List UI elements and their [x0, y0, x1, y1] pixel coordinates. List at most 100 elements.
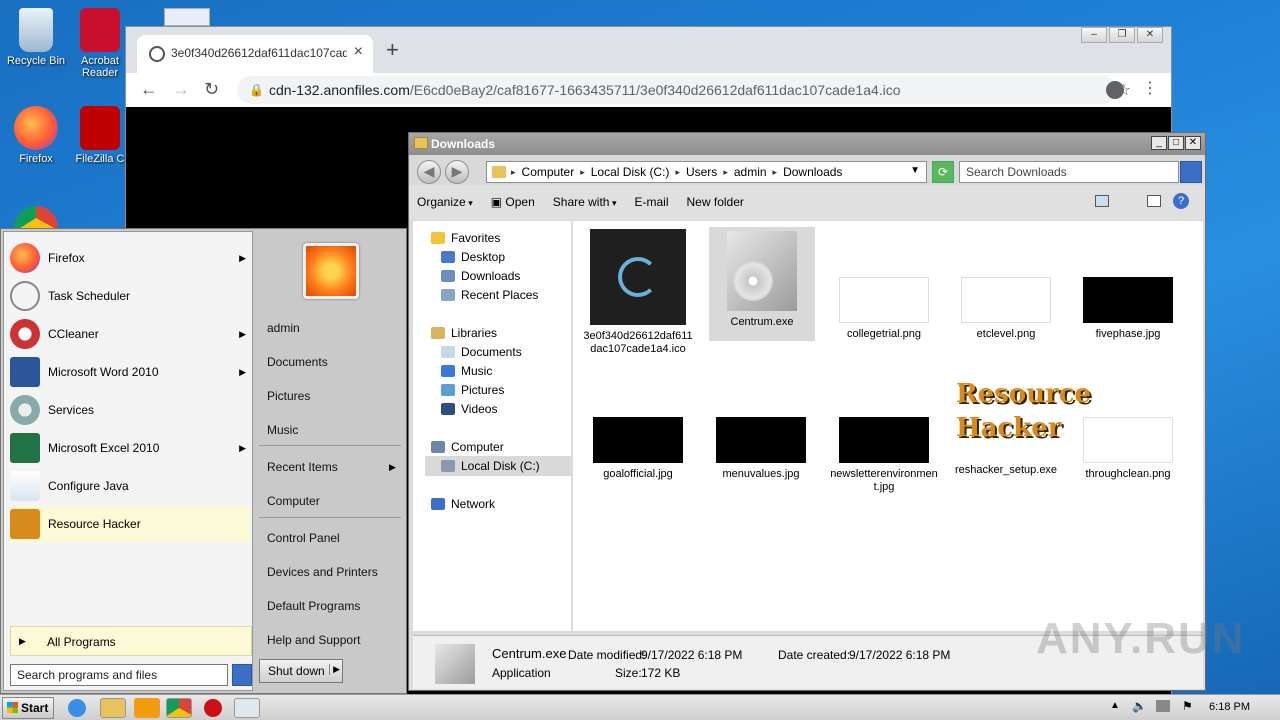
- new-folder-button[interactable]: New folder: [687, 195, 744, 209]
- place-music[interactable]: Music: [267, 423, 298, 437]
- file-item-selected[interactable]: Centrum.exe: [709, 227, 815, 341]
- shutdown-button[interactable]: Shut down ▶: [259, 659, 343, 683]
- chevron-down-icon[interactable]: ▼: [910, 165, 920, 176]
- place-pictures[interactable]: Pictures: [267, 389, 310, 403]
- desktop-icon-filezilla[interactable]: FileZilla C: [74, 106, 126, 165]
- opera-icon[interactable]: [204, 699, 222, 717]
- nav-downloads[interactable]: Downloads: [441, 269, 520, 283]
- chrome-desktop-icon[interactable]: [14, 206, 58, 230]
- chrome-taskbar-icon[interactable]: [166, 698, 192, 718]
- file-item[interactable]: newsletterenvironment.jpg: [829, 417, 939, 494]
- desktop-icon-acrobat[interactable]: Acrobat Reader: [74, 8, 126, 79]
- file-item[interactable]: fivephase.jpg: [1073, 277, 1183, 341]
- file-item[interactable]: goalofficial.jpg: [583, 417, 693, 481]
- breadcrumb[interactable]: ▸ Computer ▸ Local Disk (C:) ▸ Users ▸ a…: [486, 161, 927, 183]
- program-configure-java[interactable]: Configure Java: [10, 468, 250, 504]
- reload-icon[interactable]: ↻: [204, 79, 219, 100]
- nav-network[interactable]: Network: [431, 497, 495, 511]
- profile-icon[interactable]: [1106, 81, 1124, 99]
- file-item[interactable]: 3e0f340d26612daf611dac107cade1a4.ico: [583, 229, 693, 356]
- minimize-button[interactable]: –: [1081, 27, 1107, 43]
- flag-icon[interactable]: ⚑: [1182, 699, 1193, 713]
- new-tab-button[interactable]: +: [386, 37, 399, 63]
- program-services[interactable]: Services: [10, 392, 250, 428]
- explorer-taskbar-icon[interactable]: [100, 698, 126, 718]
- place-documents[interactable]: Documents: [267, 355, 328, 369]
- close-button[interactable]: ✕: [1137, 27, 1163, 43]
- notepad-icon[interactable]: [234, 698, 260, 718]
- minimize-button[interactable]: _: [1151, 136, 1167, 150]
- file-item[interactable]: collegetrial.png: [829, 277, 939, 341]
- browser-tab[interactable]: 3e0f340d26612daf611dac107cade1a4.ico ×: [137, 35, 373, 73]
- volume-icon[interactable]: 🔈: [1132, 699, 1147, 713]
- address-bar[interactable]: 🔒 cdn-132.anonfiles.com/E6cd0eBay2/caf81…: [237, 76, 1131, 104]
- desktop-icon-recycle-bin[interactable]: Recycle Bin: [0, 8, 72, 67]
- nav-documents[interactable]: Documents: [441, 345, 522, 359]
- clock[interactable]: 6:18 PM: [1209, 701, 1250, 713]
- organize-button[interactable]: Organize: [417, 195, 473, 209]
- all-programs-button[interactable]: All Programs ▶: [10, 626, 252, 656]
- place-devices-printers[interactable]: Devices and Printers: [267, 565, 378, 579]
- user-avatar[interactable]: [303, 243, 359, 299]
- show-hidden-icons[interactable]: ▲: [1110, 700, 1120, 711]
- place-admin[interactable]: admin: [267, 321, 300, 335]
- menu-kebab-icon[interactable]: ⋮: [1142, 78, 1158, 98]
- forward-arrow-icon[interactable]: →: [172, 79, 190, 100]
- nav-computer[interactable]: Computer: [431, 440, 504, 454]
- breadcrumb-localdisk[interactable]: Local Disk (C:): [591, 165, 670, 179]
- place-control-panel[interactable]: Control Panel: [267, 531, 340, 545]
- file-item[interactable]: throughclean.png: [1073, 417, 1183, 481]
- search-input[interactable]: Search Downloads: [959, 161, 1179, 183]
- program-word[interactable]: Microsoft Word 2010 ▶: [10, 354, 250, 390]
- nav-libraries[interactable]: Libraries: [431, 326, 497, 340]
- chevron-right-icon[interactable]: ▶: [329, 664, 340, 675]
- search-icon[interactable]: [1180, 161, 1202, 183]
- breadcrumb-computer[interactable]: Computer: [522, 165, 575, 179]
- help-icon[interactable]: ?: [1173, 193, 1189, 209]
- nav-recent-places[interactable]: Recent Places: [441, 288, 538, 302]
- media-player-icon[interactable]: [134, 698, 160, 718]
- place-help-support[interactable]: Help and Support: [267, 633, 360, 647]
- file-item[interactable]: menuvalues.jpg: [706, 417, 816, 481]
- file-item[interactable]: Resource Hacker reshacker_setup.exe: [951, 371, 1091, 477]
- program-firefox[interactable]: Firefox ▶: [10, 240, 250, 276]
- place-default-programs[interactable]: Default Programs: [267, 599, 360, 613]
- network-tray-icon[interactable]: [1156, 700, 1170, 712]
- back-button[interactable]: ◀: [417, 160, 441, 184]
- program-excel[interactable]: Microsoft Excel 2010 ▶: [10, 430, 250, 466]
- share-with-button[interactable]: Share with: [553, 195, 617, 209]
- nav-desktop[interactable]: Desktop: [441, 250, 505, 264]
- breadcrumb-downloads[interactable]: Downloads: [783, 165, 842, 179]
- breadcrumb-users[interactable]: Users: [686, 165, 717, 179]
- program-task-scheduler[interactable]: Task Scheduler: [10, 278, 250, 314]
- nav-label: Music: [461, 364, 493, 378]
- restore-button[interactable]: ❐: [1109, 27, 1135, 43]
- maximize-button[interactable]: □: [1168, 136, 1184, 150]
- program-resource-hacker[interactable]: Resource Hacker: [10, 506, 250, 542]
- desktop-icon-partial[interactable]: [164, 8, 210, 26]
- open-button[interactable]: ▣ Open: [491, 195, 535, 209]
- email-button[interactable]: E-mail: [635, 195, 669, 209]
- forward-button[interactable]: ▶: [445, 160, 469, 184]
- refresh-button[interactable]: ⟳: [932, 161, 954, 183]
- ie-icon[interactable]: [68, 699, 86, 717]
- nav-pictures[interactable]: Pictures: [441, 383, 504, 397]
- desktop-icon-firefox[interactable]: Firefox: [0, 106, 72, 165]
- back-arrow-icon[interactable]: ←: [140, 79, 158, 100]
- close-tab-icon[interactable]: ×: [354, 43, 363, 61]
- nav-music[interactable]: Music: [441, 364, 492, 378]
- preview-pane-icon[interactable]: [1147, 195, 1161, 207]
- file-item[interactable]: etclevel.png: [951, 277, 1061, 341]
- place-computer[interactable]: Computer: [267, 494, 320, 508]
- search-icon[interactable]: [232, 664, 252, 686]
- place-recent-items[interactable]: Recent Items: [267, 460, 338, 474]
- nav-favorites[interactable]: Favorites: [431, 231, 500, 245]
- start-search-input[interactable]: Search programs and files: [10, 664, 228, 686]
- program-ccleaner[interactable]: CCleaner ▶: [10, 316, 250, 352]
- nav-videos[interactable]: Videos: [441, 402, 497, 416]
- start-button[interactable]: Start: [2, 697, 54, 719]
- breadcrumb-admin[interactable]: admin: [734, 165, 767, 179]
- view-options-icon[interactable]: [1095, 195, 1109, 207]
- close-button[interactable]: ✕: [1185, 136, 1201, 150]
- nav-local-disk[interactable]: Local Disk (C:): [441, 459, 540, 473]
